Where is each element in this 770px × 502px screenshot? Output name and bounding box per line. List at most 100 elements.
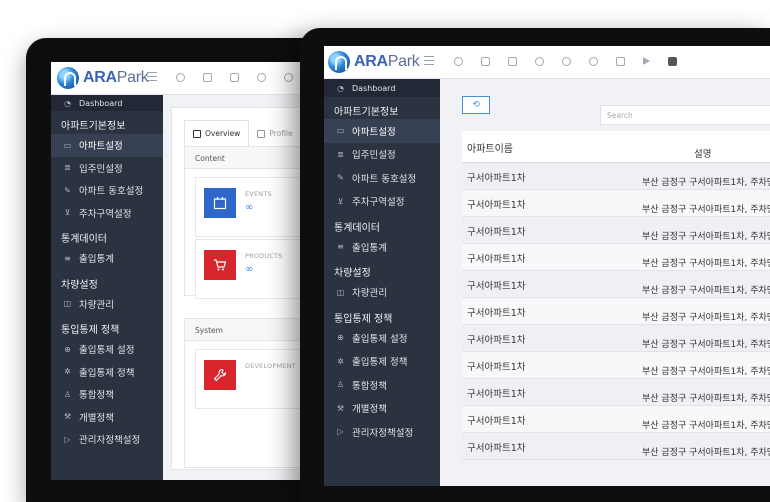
- cell-apartment-name: 구서아파트1차: [467, 227, 526, 238]
- table-row[interactable]: 구서아파트1차 부산 금정구 구서아파트1차, 주차면: [462, 244, 770, 271]
- cell-description: 부산 금정구 구서아파트1차, 주차면: [642, 448, 770, 458]
- wrench-icon[interactable]: [616, 57, 625, 66]
- sidebar-item[interactable]: ⊻ 주차구역설정: [324, 190, 440, 214]
- sidebar-item[interactable]: ≣ 입주민설정: [51, 157, 163, 180]
- sidebar-item[interactable]: ≡ 출입통계: [324, 235, 440, 259]
- sidebar-item[interactable]: ▭ 아파트설정: [324, 119, 440, 143]
- sidebar-section-title: 통계데이터: [61, 234, 107, 245]
- sidebar-item[interactable]: ▷ 관리자정책설정: [51, 428, 163, 451]
- back-screen: ARAPark ◔ Dashboard 아파트기본정보 ▭ 아파트설정 ≣ 입주민설정 ✎ 아파…: [51, 62, 316, 480]
- users-icon: ♙: [336, 380, 345, 390]
- cell-apartment-name: 구서아파트1차: [467, 335, 526, 346]
- column-header-name[interactable]: 아파트이름: [467, 140, 513, 155]
- sidebar-item[interactable]: ⊻ 주차구역설정: [51, 202, 163, 225]
- sidebar-item[interactable]: ✲ 출입통제 정책: [51, 361, 163, 384]
- gear-icon[interactable]: [284, 73, 293, 82]
- sidebar-item-dashboard[interactable]: ◔ Dashboard: [51, 95, 163, 111]
- play-icon[interactable]: [643, 57, 650, 65]
- sidebar-item[interactable]: ⊕ 출입통제 설정: [51, 338, 163, 361]
- user-icon: [257, 129, 266, 138]
- table-row[interactable]: 구서아파트1차 부산 금정구 구서아파트1차, 주차면: [462, 163, 770, 190]
- cell-description: 부산 금정구 구서아파트1차, 주차면: [642, 232, 770, 242]
- sidebar-item-dashboard[interactable]: ◔ Dashboard: [324, 79, 440, 97]
- table-row[interactable]: 구서아파트1차 부산 금정구 구서아파트1차, 주차면: [462, 433, 770, 460]
- column-header-description[interactable]: 설명: [694, 146, 711, 160]
- table-row[interactable]: 구서아파트1차 부산 금정구 구서아파트1차, 주차면: [462, 298, 770, 325]
- sidebar-item[interactable]: ♙ 통합정책: [324, 373, 440, 397]
- dashboard-icon[interactable]: [176, 73, 185, 82]
- database-icon[interactable]: [508, 57, 517, 66]
- search-input[interactable]: Search: [600, 105, 770, 125]
- sidebar-item[interactable]: ♙ 통합정책: [51, 383, 163, 406]
- sidebar-section-title: 아파트기본정보: [61, 121, 126, 132]
- table-row[interactable]: 구서아파트1차 부산 금정구 구서아파트1차, 주차면: [462, 379, 770, 406]
- brand-logo[interactable]: ARAPark: [57, 67, 149, 89]
- globe-icon: ⊕: [337, 333, 344, 343]
- table-row[interactable]: 구서아파트1차 부산 금정구 구서아파트1차, 주차면: [462, 271, 770, 298]
- sidebar-item[interactable]: ▭ 아파트설정: [51, 134, 163, 157]
- brand-logo[interactable]: ARAPark: [328, 51, 420, 73]
- monitor-icon: ▭: [336, 126, 345, 136]
- table-row[interactable]: 구서아파트1차 부산 금정구 구서아파트1차, 주차면: [462, 217, 770, 244]
- box-icon[interactable]: [203, 73, 212, 82]
- sidebar-item[interactable]: ✎ 아파트 동호설정: [324, 166, 440, 190]
- cell-apartment-name: 구서아파트1차: [467, 362, 526, 373]
- development-card[interactable]: DEVELOPMENT: [195, 349, 316, 409]
- sidebar-item[interactable]: ▷ 관리자정책설정: [324, 420, 440, 444]
- card-value: ∞: [245, 202, 254, 213]
- sidebar-item[interactable]: ⊕ 출입통제 설정: [324, 326, 440, 350]
- dashboard-icon: ◔: [64, 98, 71, 108]
- table-row[interactable]: 구서아파트1차 부산 금정구 구서아파트1차, 주차면: [462, 190, 770, 217]
- front-laptop: ARAPark ◔ Dashboard 아파트기본정보 ▭ 아파트설정 ≣ 입주민설정 ✎ 아파…: [300, 28, 770, 502]
- sidebar-item[interactable]: ⚒ 개별정책: [51, 406, 163, 429]
- sidebar-item[interactable]: ✎ 아파트 동호설정: [51, 179, 163, 202]
- card-title: DEVELOPMENT: [245, 362, 296, 370]
- front-screen: ARAPark ◔ Dashboard 아파트기본정보 ▭ 아파트설정 ≣ 입주민설정 ✎ 아파…: [324, 46, 770, 486]
- users-icon[interactable]: [589, 57, 598, 66]
- sidebar-item[interactable]: ≡ 출입통계: [51, 247, 163, 270]
- sidebar-item[interactable]: ✲ 출입통제 정책: [324, 350, 440, 374]
- globe-icon[interactable]: [257, 73, 266, 82]
- events-card[interactable]: EVENTS ∞: [195, 177, 316, 237]
- sidebar-item[interactable]: ◫ 차량관리: [51, 293, 163, 316]
- front-sidebar: ◔ Dashboard 아파트기본정보 ▭ 아파트설정 ≣ 입주민설정 ✎ 아파트 동호설정 ⊻ 주…: [324, 79, 440, 486]
- tab-overview[interactable]: Overview: [184, 120, 250, 147]
- refresh-button[interactable]: ⟲: [462, 96, 490, 114]
- database-icon[interactable]: [230, 73, 239, 82]
- cell-description: 부산 금정구 구서아파트1차, 주차면: [642, 178, 770, 188]
- box-icon[interactable]: [481, 57, 490, 66]
- cell-description: 부산 금정구 구서아파트1차, 주차면: [642, 421, 770, 431]
- edit-icon: ✎: [64, 185, 71, 195]
- system-group: System DEVELOPMENT: [184, 318, 316, 468]
- layers-icon[interactable]: [668, 57, 677, 66]
- dashboard-icon[interactable]: [454, 57, 463, 66]
- calendar-icon: [204, 188, 236, 218]
- tab-profile[interactable]: Profile: [249, 120, 300, 147]
- monitor-icon: ▭: [63, 140, 72, 150]
- tab-bar: Overview Profile: [184, 120, 301, 147]
- sidebar-item[interactable]: ≣ 입주민설정: [324, 143, 440, 167]
- list-icon: ≣: [337, 149, 344, 159]
- back-sidebar: ◔ Dashboard 아파트기본정보 ▭ 아파트설정 ≣ 입주민설정 ✎ 아파트 동호설정 ⊻ 주…: [51, 95, 163, 480]
- wrench-icon: ⚒: [336, 403, 345, 413]
- table-header: 아파트이름 설명: [462, 131, 770, 163]
- logo-icon: [328, 51, 350, 73]
- database-icon: ≡: [337, 242, 344, 252]
- front-topbar: ARAPark: [324, 46, 770, 79]
- products-card[interactable]: PRODUCTS ∞: [195, 239, 316, 299]
- gear-icon: ✲: [337, 356, 344, 366]
- gear-icon[interactable]: [562, 57, 571, 66]
- sidebar-item[interactable]: ◫ 차량관리: [324, 281, 440, 305]
- sidebar-section-title: 통계데이터: [334, 222, 380, 234]
- menu-toggle-icon[interactable]: [424, 56, 434, 65]
- cell-apartment-name: 구서아파트1차: [467, 308, 526, 319]
- card-title: EVENTS: [245, 190, 272, 198]
- cell-description: 부산 금정구 구서아파트1차, 주차면: [642, 313, 770, 323]
- play-icon: ▷: [64, 434, 71, 444]
- sidebar-item[interactable]: ⚒ 개별정책: [324, 397, 440, 421]
- table-row[interactable]: 구서아파트1차 부산 금정구 구서아파트1차, 주차면: [462, 406, 770, 433]
- table-row[interactable]: 구서아파트1차 부산 금정구 구서아파트1차, 주차면: [462, 352, 770, 379]
- menu-toggle-icon[interactable]: [147, 72, 157, 81]
- globe-icon[interactable]: [535, 57, 544, 66]
- table-row[interactable]: 구서아파트1차 부산 금정구 구서아파트1차, 주차면: [462, 325, 770, 352]
